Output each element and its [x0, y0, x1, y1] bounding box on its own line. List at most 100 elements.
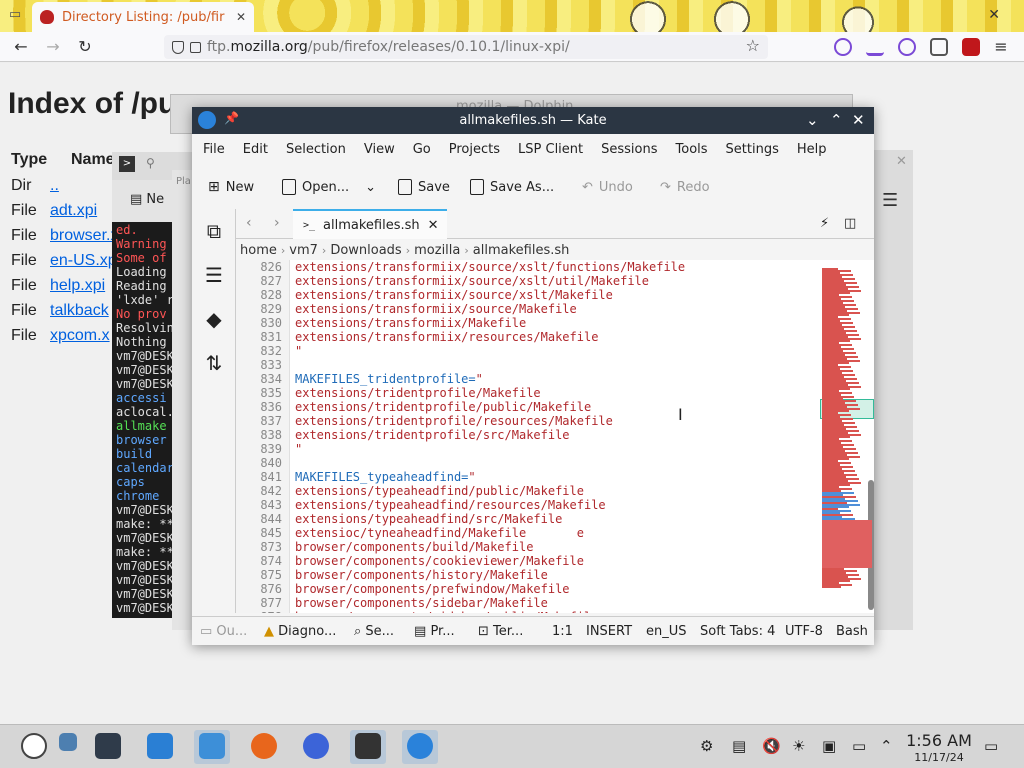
line-text[interactable]: browser/components/history/Makefile — [282, 568, 548, 582]
konsole-task-icon[interactable] — [350, 730, 386, 764]
menu-item-edit[interactable]: Edit — [234, 142, 277, 157]
line-text[interactable]: extensions/tridentprofile/resources/Make… — [282, 414, 613, 428]
line-text[interactable]: extensions/typeaheadfind/src/Makefile — [282, 512, 562, 526]
code-line[interactable]: 842 extensions/typeaheadfind/public/Makef… — [236, 484, 820, 498]
split-view-icon[interactable]: ◫ — [844, 216, 856, 231]
line-text[interactable]: browser/components/sidebar/public/Makefi… — [282, 610, 598, 613]
kate-task-icon[interactable] — [402, 730, 438, 764]
code-line[interactable]: 832 " — [236, 344, 820, 358]
line-text[interactable]: extensions/transformiix/source/Makefile — [282, 302, 577, 316]
breadcrumb-item[interactable]: home — [240, 243, 277, 258]
menu-item-view[interactable]: View — [355, 142, 404, 157]
volume-muted-icon[interactable]: 🔇 — [762, 737, 781, 755]
undo-button[interactable]: ↶ Undo — [582, 177, 633, 197]
downloads-icon[interactable] — [866, 38, 884, 56]
tab-close-icon[interactable]: ✕ — [236, 10, 246, 24]
breadcrumb-item[interactable]: mozilla — [414, 243, 460, 258]
line-text[interactable]: browser/components/build/Makefile — [282, 540, 533, 554]
code-line[interactable]: 836 extensions/tridentprofile/public/Make… — [236, 400, 820, 414]
menu-item-go[interactable]: Go — [404, 142, 440, 157]
code-line[interactable]: 878browser/components/sidebar/public/Mak… — [236, 610, 820, 613]
site-info-icon[interactable] — [190, 41, 201, 53]
tracking-shield-icon[interactable] — [172, 40, 184, 54]
line-text[interactable]: extensions/tridentprofile/public/Makefil… — [282, 400, 591, 414]
discover-icon[interactable] — [142, 730, 178, 764]
clock-date[interactable]: 11/17/24 — [904, 751, 974, 764]
file-link[interactable]: help.xpi — [50, 277, 105, 295]
code-line[interactable]: 838 extensions/tridentprofile/src/Makefil… — [236, 428, 820, 442]
code-line[interactable]: 829 extensions/transformiix/source/Makefi… — [236, 302, 820, 316]
menu-item-file[interactable]: File — [194, 142, 234, 157]
git-icon[interactable]: ◆ — [202, 307, 226, 333]
application-launcher-icon[interactable] — [16, 730, 52, 764]
file-link[interactable]: talkback — [50, 302, 109, 320]
code-line[interactable]: 834 MAKEFILES_tridentprofile=" — [236, 372, 820, 386]
forward-arrow-icon[interactable]: → — [42, 36, 64, 58]
menu-item-help[interactable]: Help — [788, 142, 836, 157]
documents-icon[interactable]: ⧉ — [202, 219, 226, 245]
url-bar[interactable]: ftp.mozilla.org/pub/firefox/releases/0.1… — [164, 35, 768, 59]
line-text[interactable]: extensions/transformiix/Makefile — [282, 316, 526, 330]
cursor-position[interactable]: 1:1 — [552, 624, 573, 639]
line-text[interactable]: extensioc/tyneaheadfind/Makefile e — [282, 526, 584, 540]
code-line[interactable]: 841 MAKEFILES_typeaheadfind=" — [236, 470, 820, 484]
dolphin-menu-icon[interactable]: ☰ — [882, 190, 898, 211]
code-line[interactable]: 827 extensions/transformiix/source/xslt/u… — [236, 274, 820, 288]
code-line[interactable]: 826 extensions/transformiix/source/xslt/f… — [236, 260, 820, 274]
syntax-mode[interactable]: Bash — [836, 624, 868, 639]
new-button[interactable]: ⊞ New — [208, 177, 254, 197]
firefox-task-icon[interactable] — [246, 730, 282, 764]
file-link[interactable]: .. — [50, 177, 59, 195]
line-text[interactable]: " — [282, 344, 302, 358]
code-line[interactable]: 833 — [236, 358, 820, 372]
dolphin-task-icon[interactable] — [194, 730, 230, 764]
code-line[interactable]: 828 extensions/transformiix/source/xslt/M… — [236, 288, 820, 302]
pocket-icon[interactable] — [834, 38, 852, 56]
minimap-scrollbar[interactable] — [820, 260, 874, 613]
menu-item-sessions[interactable]: Sessions — [592, 142, 666, 157]
dolphin-close-icon[interactable]: ✕ — [896, 154, 907, 169]
line-text[interactable]: extensions/typeaheadfind/public/Makefile — [282, 484, 584, 498]
clock-time[interactable]: 1:56 AM — [904, 731, 974, 750]
code-line[interactable]: 874 browser/components/cookieviewer/Makef… — [236, 554, 820, 568]
code-editor[interactable]: 826 extensions/transformiix/source/xslt/f… — [236, 260, 820, 613]
terminal-button[interactable]: ⊡ Ter... — [478, 624, 523, 639]
code-line[interactable]: 845 extensioc/tyneaheadfind/Makefile e — [236, 526, 820, 540]
line-text[interactable]: extensions/transformiix/source/xslt/util… — [282, 274, 649, 288]
project-tree-icon[interactable]: ⇅ — [202, 351, 226, 377]
maximize-icon[interactable]: ⌃ — [830, 111, 843, 129]
menu-item-settings[interactable]: Settings — [717, 142, 788, 157]
brightness-icon[interactable]: ☀ — [792, 737, 805, 755]
line-text[interactable]: MAKEFILES_tridentprofile=" — [282, 372, 483, 386]
quick-open-icon[interactable]: ⚡ — [820, 216, 829, 231]
show-hidden-icons-icon[interactable]: ⌃ — [880, 737, 893, 755]
minimize-icon[interactable]: ⌄ — [806, 111, 819, 129]
input-mode[interactable]: INSERT — [586, 624, 632, 639]
code-line[interactable]: 835 extensions/tridentprofile/Makefile — [236, 386, 820, 400]
hamburger-menu-icon[interactable]: ≡ — [990, 36, 1012, 58]
file-link[interactable]: xpcom.x — [50, 327, 110, 345]
code-line[interactable]: 877 browser/components/sidebar/Makefile — [236, 596, 820, 610]
open-button[interactable]: Open... ⌄ — [282, 177, 376, 197]
show-desktop-icon[interactable]: ▭ — [984, 737, 998, 755]
code-line[interactable]: 839 " — [236, 442, 820, 456]
desktop-pager[interactable] — [50, 730, 86, 764]
menu-item-lsp-client[interactable]: LSP Client — [509, 142, 592, 157]
browser-tab-directory-listing[interactable]: Directory Listing: /pub/fir ✕ — [32, 2, 254, 32]
code-line[interactable]: 873 browser/components/build/Makefile — [236, 540, 820, 554]
symbols-outline-icon[interactable]: ☰ — [202, 263, 226, 289]
line-text[interactable]: browser/components/cookieviewer/Makefile — [282, 554, 584, 568]
storage-icon[interactable]: ▣ — [822, 737, 836, 755]
menu-item-projects[interactable]: Projects — [440, 142, 509, 157]
output-button[interactable]: ▭ Ou... — [200, 624, 247, 639]
code-line[interactable]: 875 browser/components/history/Makefile — [236, 568, 820, 582]
line-text[interactable]: extensions/typeaheadfind/resources/Makef… — [282, 498, 606, 512]
code-line[interactable]: 843 extensions/typeaheadfind/resources/Ma… — [236, 498, 820, 512]
line-text[interactable]: extensions/transformiix/source/xslt/Make… — [282, 288, 613, 302]
system-settings-icon[interactable] — [90, 730, 126, 764]
kate-titlebar[interactable]: 📌 allmakefiles.sh — Kate ⌄ ⌃ ✕ — [192, 107, 874, 134]
ublock-icon[interactable] — [962, 38, 980, 56]
save-as-button[interactable]: Save As... — [470, 177, 554, 197]
code-line[interactable]: 844 extensions/typeaheadfind/src/Makefile — [236, 512, 820, 526]
line-text[interactable]: MAKEFILES_typeaheadfind=" — [282, 470, 476, 484]
